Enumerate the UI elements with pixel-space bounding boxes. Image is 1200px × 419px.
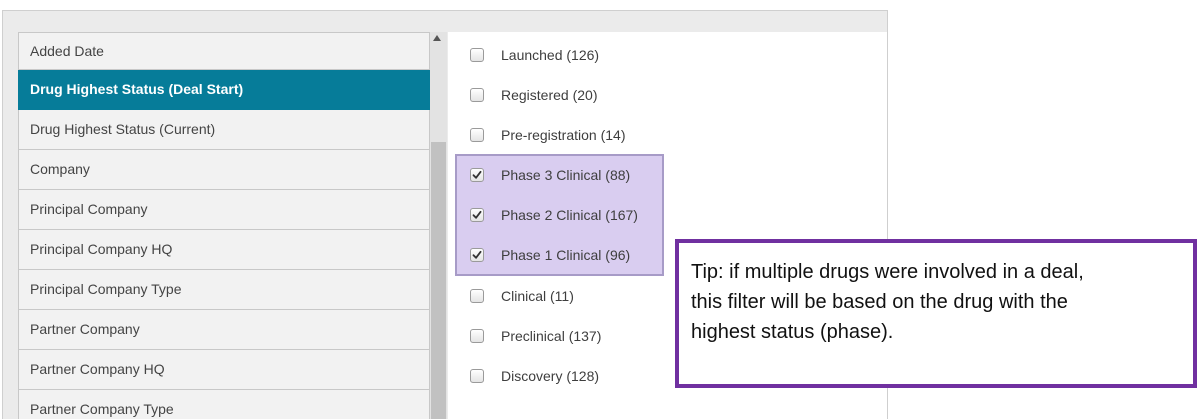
checkmark-icon [472, 170, 482, 179]
value-item-phase-2-clinical[interactable]: Phase 2 Clinical (167) [470, 205, 638, 225]
field-item-principal-company-type[interactable]: Principal Company Type [18, 270, 430, 310]
scrollbar-thumb[interactable] [431, 142, 446, 419]
value-item-clinical[interactable]: Clinical (11) [470, 286, 574, 306]
value-label: Phase 3 Clinical (88) [501, 167, 631, 183]
value-item-phase-1-clinical[interactable]: Phase 1 Clinical (96) [470, 245, 630, 265]
field-item-partner-company-hq[interactable]: Partner Company HQ [18, 350, 430, 390]
field-item-company[interactable]: Company [18, 150, 430, 190]
value-label: Phase 2 Clinical (167) [501, 207, 638, 223]
value-item-preclinical[interactable]: Preclinical (137) [470, 326, 601, 346]
value-item-phase-3-clinical[interactable]: Phase 3 Clinical (88) [470, 165, 630, 185]
checkbox-icon[interactable] [470, 168, 484, 182]
value-item-discovery[interactable]: Discovery (128) [470, 366, 599, 386]
value-label: Preclinical (137) [501, 328, 602, 344]
checkbox-icon[interactable] [470, 48, 484, 62]
checkbox-icon[interactable] [470, 128, 484, 142]
tip-text-line: Tip: if multiple drugs were involved in … [691, 261, 1084, 283]
tip-callout: Tip: if multiple drugs were involved in … [675, 239, 1197, 388]
tip-text-line: highest status (phase). [691, 321, 894, 343]
value-label: Launched (126) [501, 47, 600, 63]
field-item-drug-highest-status-deal-start[interactable]: Drug Highest Status (Deal Start) [18, 70, 430, 110]
field-item-partner-company-type[interactable]: Partner Company Type [18, 390, 430, 419]
field-item-drug-highest-status-current[interactable]: Drug Highest Status (Current) [18, 110, 430, 150]
checkbox-icon[interactable] [470, 88, 484, 102]
scroll-up-arrow-icon[interactable] [433, 35, 441, 41]
checkbox-icon[interactable] [470, 329, 484, 343]
value-item-pre-registration[interactable]: Pre-registration (14) [470, 125, 626, 145]
checkmark-icon [472, 250, 482, 259]
value-label: Discovery (128) [501, 368, 600, 384]
tip-text-line: this filter will be based on the drug wi… [691, 291, 1068, 313]
value-label: Clinical (11) [501, 288, 574, 304]
checkbox-icon[interactable] [470, 208, 484, 222]
value-label: Registered (20) [501, 87, 598, 103]
filter-field-list: Added Date Drug Highest Status (Deal Sta… [18, 32, 430, 419]
field-item-principal-company-hq[interactable]: Principal Company HQ [18, 230, 430, 270]
checkbox-icon[interactable] [470, 289, 484, 303]
value-label: Phase 1 Clinical (96) [501, 247, 631, 263]
checkbox-icon[interactable] [470, 369, 484, 383]
value-item-registered[interactable]: Registered (20) [470, 85, 598, 105]
field-item-principal-company[interactable]: Principal Company [18, 190, 430, 230]
field-list-scrollbar[interactable] [430, 32, 447, 419]
value-item-launched[interactable]: Launched (126) [470, 45, 599, 65]
field-item-partner-company[interactable]: Partner Company [18, 310, 430, 350]
checkbox-icon[interactable] [470, 248, 484, 262]
field-item-added-date[interactable]: Added Date [18, 32, 430, 70]
checkmark-icon [472, 210, 482, 219]
value-label: Pre-registration (14) [501, 127, 626, 143]
